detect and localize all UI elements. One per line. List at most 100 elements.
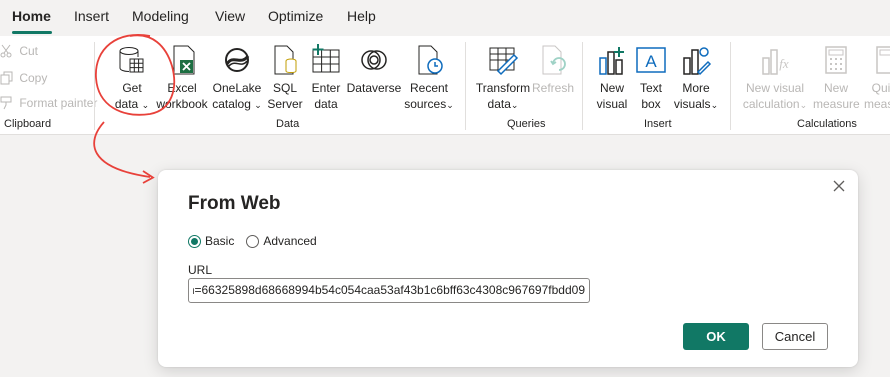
- new-visual-label-2: visual: [596, 97, 628, 111]
- refresh-icon: [542, 45, 566, 75]
- format-painter-label: Format painter: [19, 96, 98, 110]
- close-icon: [833, 180, 845, 192]
- chevron-down-icon: ⌄: [710, 100, 719, 110]
- enter-data-label-2: data: [314, 97, 338, 111]
- group-separator: [94, 42, 95, 130]
- transform-data-icon: [489, 47, 519, 76]
- get-data-label-1: Get: [122, 81, 142, 95]
- data-group-label: Data: [276, 118, 300, 130]
- tab-modeling[interactable]: Modeling: [132, 8, 189, 24]
- url-label: URL: [188, 263, 213, 277]
- radio-basic-label: Basic: [205, 234, 235, 248]
- more-visuals-label-1: More: [682, 81, 710, 95]
- arrow-head-icon: [142, 170, 155, 184]
- new-visual-button[interactable]: New visual: [594, 40, 630, 112]
- tab-insert[interactable]: Insert: [74, 8, 109, 24]
- quick-measure-label-1: Quick: [871, 81, 890, 95]
- new-measure-button[interactable]: New measure: [813, 40, 860, 112]
- sql-server-label-2: Server: [267, 97, 303, 111]
- ribbon: Cut Copy Format painter Clipboard Get da…: [0, 36, 890, 135]
- transform-data-label-2: data: [487, 97, 511, 111]
- radio-basic[interactable]: Basic: [188, 234, 234, 248]
- tab-optimize[interactable]: Optimize: [268, 8, 323, 24]
- tab-help[interactable]: Help: [347, 8, 376, 24]
- chevron-down-icon: ⌄: [510, 100, 519, 110]
- transform-data-button[interactable]: Transform data⌄: [475, 40, 531, 113]
- url-input[interactable]: ten=66325898d68668994b54c054caa53af43b1c…: [188, 278, 590, 303]
- group-separator: [465, 42, 466, 130]
- sql-server-label-1: SQL: [272, 81, 297, 95]
- quick-measure-label-2: measure: [864, 97, 890, 111]
- ribbon-tab-bar: Home Insert Modeling View Optimize Help: [0, 0, 890, 36]
- excel-workbook-label-1: Excel: [167, 81, 197, 95]
- queries-group-label: Queries: [507, 118, 546, 130]
- recent-sources-label-2: sources: [404, 97, 447, 111]
- url-input-value: ten=66325898d68668994b54c054caa53af43b1c…: [193, 283, 585, 297]
- bar-chart-add-icon: [599, 47, 624, 75]
- sql-server-icon: [274, 45, 297, 75]
- chevron-down-icon: ⌄: [254, 100, 262, 110]
- format-painter-button[interactable]: Format painter: [0, 96, 97, 110]
- more-visuals-label-2: visuals: [673, 97, 711, 111]
- recent-sources-label-1: Recent: [409, 81, 449, 95]
- refresh-button[interactable]: Refresh: [532, 40, 574, 96]
- recent-sources-button[interactable]: Recent sources⌄: [404, 40, 454, 113]
- onelake-catalog-label-1: OneLake: [212, 81, 262, 95]
- new-visual-label-1: New: [599, 81, 624, 95]
- radio-advanced-label: Advanced: [263, 234, 317, 248]
- text-box-icon: A: [636, 47, 666, 73]
- dialog-title: From Web: [188, 193, 281, 214]
- recent-sources-icon: [418, 45, 443, 75]
- more-visuals-icon: [683, 47, 712, 76]
- excel-icon: [173, 45, 195, 75]
- calculator-icon: [825, 46, 847, 74]
- radio-advanced[interactable]: Advanced: [246, 234, 317, 248]
- dataverse-button[interactable]: Dataverse: [346, 40, 402, 96]
- group-separator: [730, 42, 731, 130]
- text-box-button[interactable]: A Text box: [634, 40, 668, 112]
- text-box-label-1: Text: [639, 81, 662, 95]
- group-separator: [582, 42, 583, 130]
- onelake-catalog-button[interactable]: OneLake catalog ⌄: [211, 40, 263, 113]
- svg-text:fx: fx: [779, 56, 789, 71]
- chevron-down-icon: ⌄: [799, 100, 808, 110]
- excel-workbook-button[interactable]: Excel workbook: [156, 40, 208, 112]
- insert-group-label: Insert: [644, 118, 672, 130]
- tab-home[interactable]: Home: [12, 8, 51, 24]
- copy-button[interactable]: Copy: [0, 71, 47, 85]
- new-visual-calculation-label-1: New visual: [745, 81, 805, 95]
- new-measure-label-1: New: [823, 81, 848, 95]
- cut-button[interactable]: Cut: [0, 44, 38, 58]
- table-add-icon: [312, 44, 340, 73]
- new-visual-calculation-button[interactable]: fx New visual calculation⌄: [740, 40, 810, 113]
- database-table-icon: [119, 47, 144, 73]
- quick-measure-button[interactable]: Quick measure: [864, 40, 890, 112]
- excel-workbook-label-2: workbook: [156, 97, 208, 111]
- onelake-catalog-label-2: catalog: [212, 97, 251, 111]
- onelake-icon: [225, 48, 250, 72]
- radio-basic-circle: [188, 234, 201, 248]
- close-button[interactable]: [828, 175, 850, 197]
- ok-button[interactable]: OK: [683, 323, 749, 350]
- sql-server-button[interactable]: SQL Server: [266, 40, 304, 112]
- scissors-icon: [0, 44, 12, 58]
- enter-data-button[interactable]: Enter data: [308, 40, 344, 112]
- tab-view[interactable]: View: [215, 8, 245, 24]
- chevron-down-icon: ⌄: [141, 100, 150, 110]
- paintbrush-icon: [0, 96, 12, 110]
- radio-advanced-circle: [246, 234, 260, 248]
- chevron-down-icon: ⌄: [446, 100, 454, 110]
- visual-calculation-icon: fx: [762, 49, 789, 75]
- dataverse-icon: [361, 50, 387, 70]
- quick-measure-icon: [876, 46, 890, 74]
- mode-radio-group: Basic Advanced: [188, 234, 329, 248]
- new-visual-calculation-label-2: calculation: [742, 97, 800, 111]
- enter-data-label-1: Enter: [311, 81, 341, 95]
- more-visuals-button[interactable]: More visuals⌄: [672, 40, 720, 113]
- cancel-button[interactable]: Cancel: [762, 323, 828, 350]
- copy-icon: [0, 71, 13, 85]
- get-data-button[interactable]: Get data ⌄: [112, 40, 152, 113]
- cut-label: Cut: [19, 44, 39, 58]
- clipboard-group-label: Clipboard: [4, 118, 52, 130]
- from-web-dialog: From Web Basic Advanced URL ten=66325898…: [158, 170, 858, 367]
